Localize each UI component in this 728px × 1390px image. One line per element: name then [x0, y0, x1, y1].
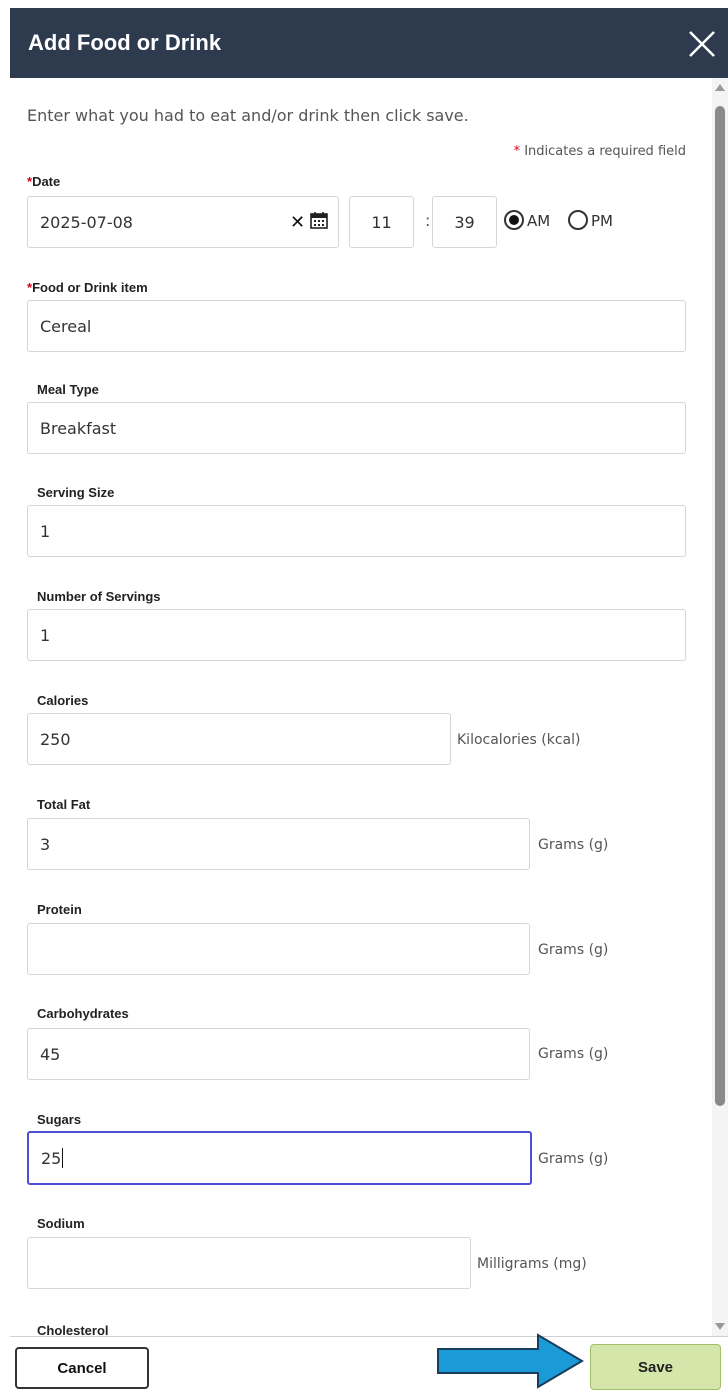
am-radio[interactable] — [504, 210, 524, 230]
date-label-text: Date — [32, 174, 61, 189]
calories-input[interactable]: 250 — [27, 713, 451, 765]
intro-text: Enter what you had to eat and/or drink t… — [27, 106, 469, 125]
date-value: 2025-07-08 — [40, 212, 133, 232]
dialog-footer: Cancel Save — [10, 1336, 728, 1390]
sugars-input[interactable]: 25 — [27, 1131, 532, 1185]
sugars-unit: Grams (g) — [538, 1151, 609, 1167]
cancel-button[interactable]: Cancel — [15, 1347, 149, 1389]
food-item-label-text: Food or Drink item — [32, 280, 148, 295]
meal-type-input[interactable]: Breakfast — [27, 402, 686, 454]
num-servings-value: 1 — [40, 625, 51, 645]
sugars-value: 25 — [41, 1148, 62, 1168]
scrollbar[interactable] — [712, 78, 728, 1336]
required-note-text: Indicates a required field — [520, 144, 686, 159]
protein-unit: Grams (g) — [538, 942, 609, 958]
dialog-title: Add Food or Drink — [28, 30, 222, 55]
am-label: AM — [527, 212, 551, 230]
sodium-input[interactable] — [27, 1237, 471, 1289]
close-icon[interactable] — [686, 28, 718, 60]
scroll-up-icon[interactable] — [715, 84, 725, 91]
carbohydrates-unit: Grams (g) — [538, 1046, 609, 1062]
minute-input[interactable]: 39 — [432, 196, 497, 248]
calendar-icon[interactable] — [310, 211, 328, 229]
clear-icon[interactable]: ✕ — [290, 212, 305, 233]
dialog-body: Enter what you had to eat and/or drink t… — [10, 78, 728, 1336]
save-button[interactable]: Save — [590, 1344, 721, 1390]
meal-type-value: Breakfast — [40, 418, 117, 438]
hour-value: 11 — [371, 212, 392, 232]
num-servings-input[interactable]: 1 — [27, 609, 686, 661]
calories-value: 250 — [40, 729, 71, 749]
num-servings-label: Number of Servings — [37, 589, 161, 604]
sodium-label: Sodium — [37, 1216, 85, 1231]
sodium-unit: Milligrams (mg) — [477, 1256, 587, 1272]
total-fat-value: 3 — [40, 834, 51, 854]
food-item-value: Cereal — [40, 316, 92, 336]
calories-label: Calories — [37, 693, 89, 708]
minute-value: 39 — [454, 212, 475, 232]
total-fat-label: Total Fat — [37, 797, 91, 812]
total-fat-input[interactable]: 3 — [27, 818, 530, 870]
pm-label: PM — [591, 212, 613, 230]
dialog-header: Add Food or Drink — [10, 8, 728, 78]
date-label: *Date — [27, 174, 60, 189]
total-fat-unit: Grams (g) — [538, 837, 609, 853]
carbohydrates-value: 45 — [40, 1044, 61, 1064]
protein-label: Protein — [37, 902, 82, 917]
scrollbar-thumb[interactable] — [715, 106, 725, 1106]
carbohydrates-label: Carbohydrates — [37, 1006, 129, 1021]
food-item-label: *Food or Drink item — [27, 280, 148, 295]
calories-unit: Kilocalories (kcal) — [457, 732, 581, 748]
protein-input[interactable] — [27, 923, 530, 975]
food-item-input[interactable]: Cereal — [27, 300, 686, 352]
serving-size-value: 1 — [40, 521, 51, 541]
hour-input[interactable]: 11 — [349, 196, 414, 248]
text-cursor — [62, 1148, 64, 1168]
pm-radio[interactable] — [568, 210, 588, 230]
arrow-annotation-icon — [437, 1333, 584, 1389]
time-separator: : — [425, 211, 431, 230]
serving-size-label: Serving Size — [37, 485, 115, 500]
meal-type-label: Meal Type — [37, 382, 99, 397]
carbohydrates-input[interactable]: 45 — [27, 1028, 530, 1080]
cholesterol-label: Cholesterol — [37, 1323, 109, 1336]
sugars-label: Sugars — [37, 1112, 82, 1127]
scroll-down-icon[interactable] — [715, 1323, 725, 1330]
required-note: * Indicates a required field — [514, 144, 686, 159]
serving-size-input[interactable]: 1 — [27, 505, 686, 557]
